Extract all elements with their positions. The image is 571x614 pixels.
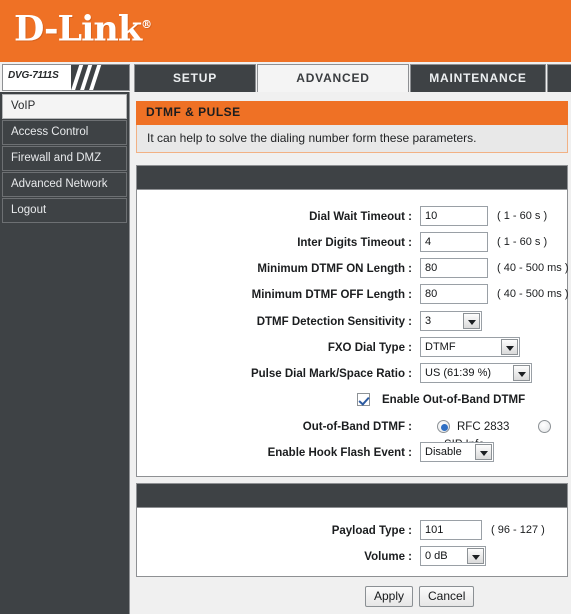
tab-advanced[interactable]: ADVANCED [257,64,409,94]
field-row-dial-wait-timeout: Dial Wait Timeout : 10 ( 1 - 60 s ) [137,206,569,232]
select-dtmf-detection-sensitivity[interactable]: 3 [420,311,482,331]
page-title: DTMF & PULSE [136,101,568,125]
hint-dial-wait-timeout: ( 1 - 60 s ) [497,210,548,222]
checkbox-enable-oob-dtmf-group[interactable]: Enable Out-of-Band DTMF [357,391,525,409]
label-pulse-dial-ratio: Pulse Dial Mark/Space Ratio : [250,368,412,380]
label-inter-digits-timeout: Inter Digits Timeout : [297,237,412,249]
checkbox-enable-oob-dtmf[interactable] [357,393,370,407]
radio-sip-info[interactable] [537,420,551,434]
apply-button[interactable]: Apply [365,586,414,607]
section-body-dtmf: Dial Wait Timeout : 10 ( 1 - 60 s ) Inter… [136,189,569,477]
device-model-label: DVG-7111S [8,70,59,81]
input-inter-digits-timeout[interactable]: 4 [420,232,488,252]
device-model-badge: DVG-7111S [2,64,130,91]
tab-overflow[interactable] [547,64,571,92]
sidebar-item-voip[interactable]: VoIP [2,94,127,119]
section-header-dtmf [136,165,568,189]
select-volume[interactable]: 0 dB [420,546,486,566]
field-row-hook-flash-event: Enable Hook Flash Event : Disable [137,442,569,468]
label-enable-oob-dtmf: Enable Out-of-Band DTMF [382,393,526,406]
field-row-oob-dtmf: Out-of-Band DTMF : RFC 2833 SIP Info [137,416,569,451]
label-payload-type: Payload Type : [331,525,412,537]
brand-header: D-Link® [0,0,571,62]
chevron-down-icon[interactable] [501,339,518,355]
chevron-down-icon[interactable] [463,313,480,329]
registered-trademark-icon: ® [141,18,153,31]
sidebar-item-firewall-and-dmz[interactable]: Firewall and DMZ [2,146,127,171]
dlink-logo-text: D-Link [14,8,142,50]
field-row-fxo-dial-type: FXO Dial Type : DTMF [137,337,569,363]
input-min-dtmf-off-length[interactable]: 80 [420,284,488,304]
select-dtmf-detection-sensitivity-value: 3 [425,315,432,327]
label-min-dtmf-off-length: Minimum DTMF OFF Length : [251,289,412,301]
label-min-dtmf-on-length: Minimum DTMF ON Length : [257,263,412,275]
select-pulse-dial-ratio-value: US (61:39 %) [425,367,492,379]
radio-rfc-2833[interactable] [437,420,450,434]
select-fxo-dial-type[interactable]: DTMF [420,337,520,357]
select-volume-value: 0 dB [425,550,448,562]
router-admin-page: D-Link® DVG-7111S SETUP ADVANCED MAINTEN… [0,0,571,614]
select-pulse-dial-ratio[interactable]: US (61:39 %) [420,363,532,383]
select-hook-flash-event-value: Disable [425,446,462,458]
tab-bar: DVG-7111S SETUP ADVANCED MAINTENANCE [0,62,571,94]
sidebar-item-access-control[interactable]: Access Control [2,120,127,145]
page-description: It can help to solve the dialing number … [136,125,568,153]
cancel-button[interactable]: Cancel [419,586,475,607]
chevron-down-icon[interactable] [475,444,492,460]
section-body-rfc2833: Payload Type : 101 ( 96 - 127 ) Volume : … [136,507,568,577]
hint-inter-digits-timeout: ( 1 - 60 s ) [497,236,548,248]
field-row-dtmf-detection-sensitivity: DTMF Detection Sensitivity : 3 [137,311,569,337]
sidebar: VoIP Access Control Firewall and DMZ Adv… [0,92,130,614]
input-payload-type[interactable]: 101 [420,520,482,540]
label-oob-dtmf: Out-of-Band DTMF : [302,421,412,433]
sidebar-item-advanced-network[interactable]: Advanced Network [2,172,127,197]
tab-setup[interactable]: SETUP [134,64,256,92]
label-dial-wait-timeout: Dial Wait Timeout : [309,211,412,223]
label-volume: Volume : [364,551,412,563]
content-panel: DTMF & PULSE It can help to solve the di… [131,92,571,614]
select-fxo-dial-type-value: DTMF [425,341,456,353]
dlink-logo: D-Link® [14,3,152,52]
field-row-volume: Volume : 0 dB [137,546,569,572]
label-hook-flash-event: Enable Hook Flash Event : [267,447,412,459]
sidebar-item-logout[interactable]: Logout [2,198,127,223]
input-min-dtmf-on-length[interactable]: 80 [420,258,488,278]
hint-min-dtmf-on-length: ( 40 - 500 ms ) [497,262,569,274]
form-actions: Apply Cancel [136,584,568,612]
field-row-enable-oob-dtmf: Enable Out-of-Band DTMF [137,389,569,415]
tab-maintenance[interactable]: MAINTENANCE [410,64,546,92]
field-row-pulse-dial-ratio: Pulse Dial Mark/Space Ratio : US (61:39 … [137,363,569,389]
field-row-min-dtmf-off-length: Minimum DTMF OFF Length : 80 ( 40 - 500 m… [137,284,569,310]
chevron-down-icon[interactable] [513,365,530,381]
label-rfc-2833: RFC 2833 [457,420,510,433]
select-hook-flash-event[interactable]: Disable [420,442,494,462]
hint-payload-type: ( 96 - 127 ) [491,524,545,536]
field-row-inter-digits-timeout: Inter Digits Timeout : 4 ( 1 - 60 s ) [137,232,569,258]
chevron-down-icon[interactable] [467,548,484,564]
field-row-min-dtmf-on-length: Minimum DTMF ON Length : 80 ( 40 - 500 ms… [137,258,569,284]
label-dtmf-detection-sensitivity: DTMF Detection Sensitivity : [256,316,412,328]
label-fxo-dial-type: FXO Dial Type : [327,342,412,354]
hint-min-dtmf-off-length: ( 40 - 500 ms ) [497,288,569,300]
field-row-payload-type: Payload Type : 101 ( 96 - 127 ) [137,520,569,546]
section-header-rfc2833 [136,483,568,507]
input-dial-wait-timeout[interactable]: 10 [420,206,488,226]
